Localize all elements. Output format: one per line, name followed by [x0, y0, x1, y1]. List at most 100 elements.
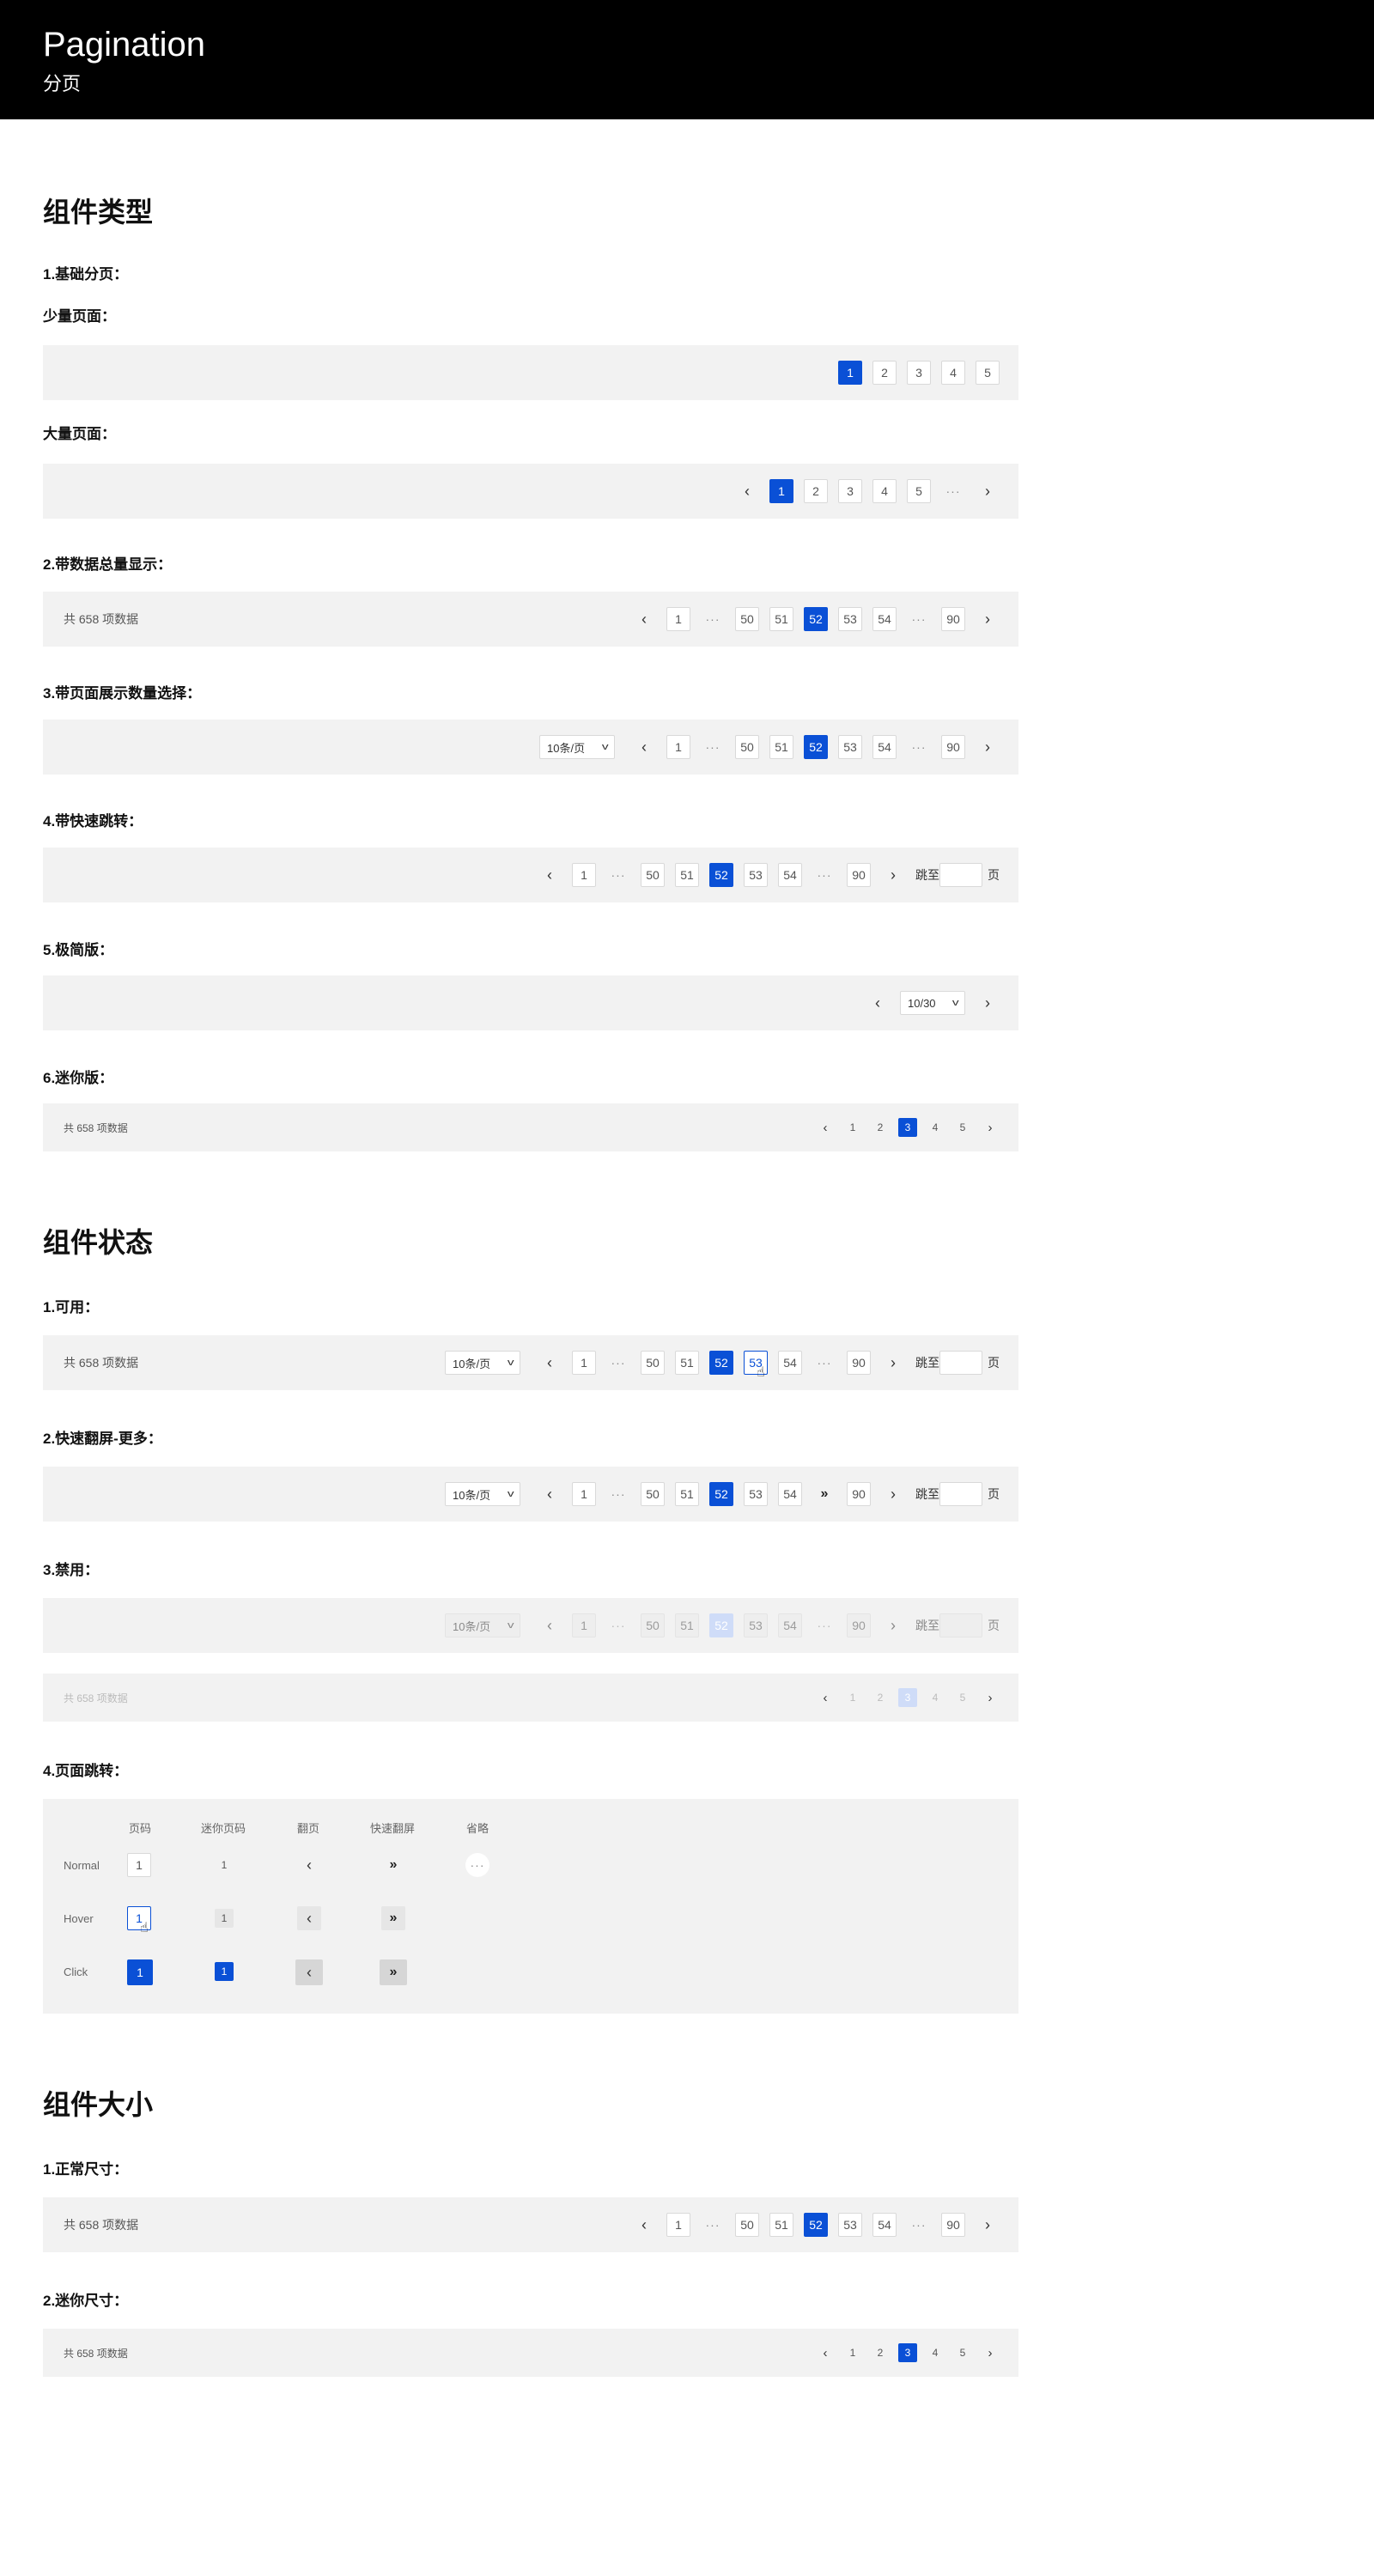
ellipsis-icon[interactable]: ··· — [812, 1351, 836, 1375]
page-button[interactable]: 1 — [666, 607, 690, 631]
page-button[interactable]: 54 — [872, 735, 897, 759]
page-button[interactable]: 53 — [838, 607, 862, 631]
page-button[interactable]: 2 — [871, 1118, 890, 1137]
page-button[interactable]: 2 — [804, 479, 828, 503]
page-button[interactable]: 50 — [641, 1482, 665, 1506]
page-button[interactable]: 4 — [926, 2343, 945, 2362]
ellipsis-icon[interactable]: ··· — [606, 1482, 630, 1506]
next-page-icon[interactable]: › — [976, 479, 1000, 503]
page-button[interactable]: 1 — [666, 735, 690, 759]
page-button[interactable]: 52 — [804, 735, 828, 759]
prev-page-icon[interactable]: ‹ — [632, 735, 656, 759]
prev-page-icon[interactable]: ‹ — [297, 1853, 321, 1877]
page-button[interactable]: 2 — [871, 2343, 890, 2362]
next-page-icon[interactable]: › — [976, 2213, 1000, 2237]
ellipsis-icon[interactable]: ··· — [907, 735, 931, 759]
prev-page-icon[interactable]: ‹ — [735, 479, 759, 503]
page-button[interactable]: 90 — [847, 863, 871, 887]
ellipsis-icon[interactable]: ··· — [465, 1853, 489, 1877]
prev-page-icon[interactable]: ‹ — [632, 2213, 656, 2237]
page-button[interactable]: 54 — [778, 1482, 802, 1506]
page-button[interactable]: 52 — [709, 1351, 733, 1375]
ellipsis-icon[interactable]: ··· — [606, 1351, 630, 1375]
page-button[interactable]: 52 — [804, 607, 828, 631]
next-page-icon[interactable]: › — [881, 863, 905, 887]
page-button[interactable]: 4 — [872, 479, 897, 503]
next-page-icon[interactable]: › — [976, 991, 1000, 1015]
page-button[interactable]: 1 — [127, 1853, 151, 1877]
mini-page-button[interactable]: 1 — [215, 1856, 234, 1874]
page-button[interactable]: 1 — [769, 479, 793, 503]
fast-forward-icon[interactable]: » — [381, 1906, 405, 1930]
page-button-hover[interactable]: 53 ☝ — [744, 1351, 768, 1380]
page-button[interactable]: 53 — [744, 1482, 768, 1506]
prev-page-icon[interactable]: ‹ — [632, 607, 656, 631]
prev-page-icon[interactable]: ‹ — [816, 1118, 835, 1137]
page-button[interactable]: 3 — [907, 361, 931, 385]
prev-page-icon[interactable]: ‹ — [538, 1351, 562, 1375]
ellipsis-icon[interactable]: ··· — [812, 863, 836, 887]
page-button[interactable]: 51 — [675, 1351, 699, 1375]
ellipsis-icon[interactable]: ··· — [907, 607, 931, 631]
page-button[interactable]: 1 — [843, 2343, 862, 2362]
page-button[interactable]: 50 — [735, 607, 759, 631]
ellipsis-icon[interactable]: ··· — [701, 735, 725, 759]
page-button[interactable]: 50 — [735, 2213, 759, 2237]
page-button[interactable]: 3 — [898, 1118, 917, 1137]
mini-page-button-active[interactable]: 1 — [215, 1962, 234, 1981]
page-button[interactable]: 51 — [769, 607, 793, 631]
page-button[interactable]: 3 — [898, 2343, 917, 2362]
page-button[interactable]: 51 — [675, 1482, 699, 1506]
next-page-icon[interactable]: › — [976, 607, 1000, 631]
prev-page-icon[interactable]: ‹ — [538, 863, 562, 887]
page-button[interactable]: 90 — [941, 735, 965, 759]
next-page-icon[interactable]: › — [881, 1482, 905, 1506]
mini-page-button-hover[interactable]: 1 — [215, 1909, 234, 1928]
page-button[interactable]: 2 — [872, 361, 897, 385]
page-size-select[interactable]: 10条/页 v — [539, 735, 615, 759]
prev-page-icon[interactable]: ‹ — [538, 1482, 562, 1506]
page-button[interactable]: 4 — [941, 361, 965, 385]
jump-input[interactable] — [939, 1482, 982, 1506]
jump-input[interactable] — [939, 1351, 982, 1375]
fast-forward-icon[interactable]: » — [380, 1959, 407, 1985]
page-button[interactable]: 51 — [769, 2213, 793, 2237]
page-button[interactable]: 3 — [838, 479, 862, 503]
ellipsis-icon[interactable]: ··· — [941, 479, 965, 503]
page-button[interactable]: 54 — [778, 863, 802, 887]
page-button-active[interactable]: 1 — [127, 1959, 153, 1985]
page-button[interactable]: 4 — [926, 1118, 945, 1137]
page-button[interactable]: 1 — [843, 1118, 862, 1137]
page-button[interactable]: 90 — [847, 1351, 871, 1375]
prev-page-icon[interactable]: ‹ — [295, 1959, 323, 1985]
page-button[interactable]: 50 — [641, 863, 665, 887]
fast-forward-icon[interactable]: » — [812, 1482, 836, 1506]
fast-forward-icon[interactable]: » — [381, 1853, 405, 1877]
next-page-icon[interactable]: › — [981, 2343, 1000, 2362]
next-page-icon[interactable]: › — [981, 1118, 1000, 1137]
page-button[interactable]: 5 — [907, 479, 931, 503]
page-button[interactable]: 1 — [838, 361, 862, 385]
page-button[interactable]: 51 — [675, 863, 699, 887]
page-button[interactable]: 1 — [572, 1351, 596, 1375]
page-button[interactable]: 52 — [709, 863, 733, 887]
page-button[interactable]: 54 — [872, 2213, 897, 2237]
page-button[interactable]: 53 — [838, 735, 862, 759]
page-button[interactable]: 50 — [641, 1351, 665, 1375]
next-page-icon[interactable]: › — [976, 735, 1000, 759]
simple-page-select[interactable]: 10/30 v — [900, 991, 965, 1015]
ellipsis-icon[interactable]: ··· — [701, 2213, 725, 2237]
page-button[interactable]: 52 — [804, 2213, 828, 2237]
prev-page-icon[interactable]: ‹ — [816, 2343, 835, 2362]
page-button[interactable]: 53 — [744, 863, 768, 887]
page-button[interactable]: 54 — [872, 607, 897, 631]
page-button-hover[interactable]: 1 ☝ — [127, 1906, 151, 1935]
page-button[interactable]: 51 — [769, 735, 793, 759]
page-button[interactable]: 5 — [976, 361, 1000, 385]
page-button[interactable]: 53 — [838, 2213, 862, 2237]
page-button[interactable]: 90 — [941, 2213, 965, 2237]
page-button[interactable]: 90 — [847, 1482, 871, 1506]
page-button[interactable]: 1 — [666, 2213, 690, 2237]
page-button[interactable]: 54 — [778, 1351, 802, 1375]
page-button[interactable]: 90 — [941, 607, 965, 631]
